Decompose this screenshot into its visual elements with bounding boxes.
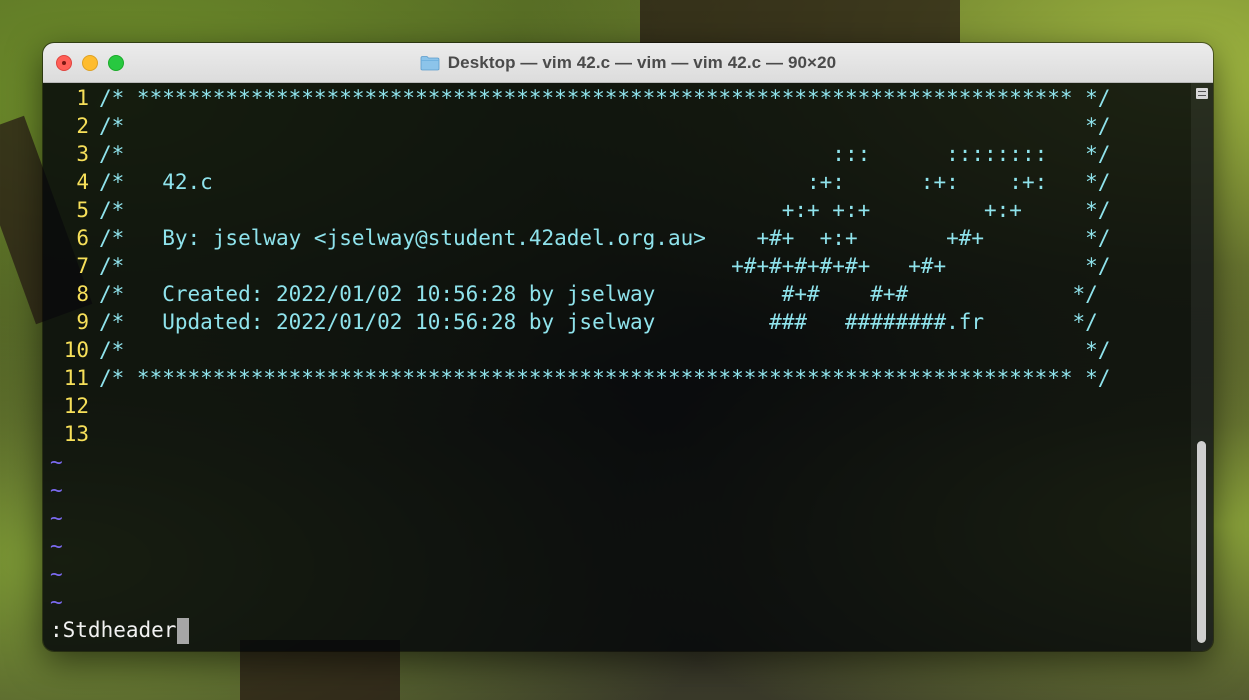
- line-text: /* +#+#+#+#+#+ +#+ */: [99, 254, 1111, 278]
- code-line[interactable]: 7 /* +#+#+#+#+#+ +#+ */: [43, 252, 1110, 280]
- line-number: 8: [76, 282, 89, 306]
- code-line[interactable]: 11 /* ***********************************…: [43, 364, 1111, 392]
- code-line[interactable]: 3 /* ::: :::::::: */: [43, 140, 1110, 168]
- empty-line-tilde: ~: [50, 478, 63, 502]
- line-number: 3: [76, 142, 89, 166]
- empty-line-tilde: ~: [50, 534, 63, 558]
- command-line[interactable]: :Stdheader: [50, 616, 190, 644]
- empty-line-tilde: ~: [50, 506, 63, 530]
- code-line[interactable]: 1 /* ************************************…: [43, 84, 1110, 112]
- empty-line-tilde: ~: [50, 450, 63, 474]
- line-number: 12: [63, 394, 89, 418]
- line-text: /* By: jselway <jselway@student.42adel.o…: [99, 226, 1111, 250]
- window-title-group: Desktop — vim 42.c — vim — vim 42.c — 90…: [43, 43, 1213, 82]
- vim-editor[interactable]: 1 /* ************************************…: [43, 83, 1191, 651]
- line-text: /* */: [99, 338, 1111, 362]
- empty-line-tilde: ~: [50, 590, 63, 614]
- line-text: /* */: [99, 114, 1111, 138]
- command-text: :Stdheader: [50, 618, 177, 642]
- line-number: 4: [76, 170, 89, 194]
- split-pane-icon[interactable]: [1196, 88, 1208, 99]
- line-number: 6: [76, 226, 89, 250]
- scrollbar[interactable]: [1191, 83, 1213, 651]
- code-line[interactable]: 10 /* */: [43, 336, 1111, 364]
- text-cursor: [177, 618, 190, 644]
- title-bar[interactable]: Desktop — vim 42.c — vim — vim 42.c — 90…: [43, 43, 1213, 83]
- line-text: /* Updated: 2022/01/02 10:56:28 by jselw…: [99, 310, 1098, 334]
- code-line[interactable]: 8 /* Created: 2022/01/02 10:56:28 by jsel…: [43, 280, 1098, 308]
- code-line[interactable]: 5 /* +:+ +:+ +:+ */: [43, 196, 1110, 224]
- line-number: 13: [63, 422, 89, 446]
- line-text: /* 42.c :+: :+: :+: */: [99, 170, 1111, 194]
- line-number: 11: [63, 366, 89, 390]
- window-title: Desktop — vim 42.c — vim — vim 42.c — 90…: [447, 52, 837, 72]
- code-line[interactable]: 9 /* Updated: 2022/01/02 10:56:28 by jsel…: [43, 308, 1098, 336]
- scrollbar-thumb[interactable]: [1197, 441, 1206, 643]
- line-text: /* ::: :::::::: */: [99, 142, 1111, 166]
- desktop-background: { "window": { "title": "Desktop — vim 42…: [0, 0, 1249, 700]
- line-number: 9: [76, 310, 89, 334]
- code-line[interactable]: 13: [43, 420, 99, 448]
- code-line[interactable]: 2 /* */: [43, 112, 1110, 140]
- line-number: 7: [76, 254, 89, 278]
- line-number: 5: [76, 198, 89, 222]
- line-text: /* *************************************…: [99, 86, 1111, 110]
- terminal-window: Desktop — vim 42.c — vim — vim 42.c — 90…: [43, 43, 1213, 651]
- line-number: 1: [76, 86, 89, 110]
- code-line[interactable]: 12: [43, 392, 99, 420]
- line-text: /* *************************************…: [99, 366, 1111, 390]
- line-number: 2: [76, 114, 89, 138]
- background-tree-trunk: [640, 0, 960, 48]
- line-text: /* +:+ +:+ +:+ */: [99, 198, 1111, 222]
- empty-line-tilde: ~: [50, 562, 63, 586]
- code-line[interactable]: 4 /* 42.c :+: :+: :+: */: [43, 168, 1110, 196]
- line-text: /* Created: 2022/01/02 10:56:28 by jselw…: [99, 282, 1098, 306]
- code-line[interactable]: 6 /* By: jselway <jselway@student.42adel.…: [43, 224, 1110, 252]
- folder-icon: [420, 55, 440, 70]
- line-number: 10: [63, 338, 89, 362]
